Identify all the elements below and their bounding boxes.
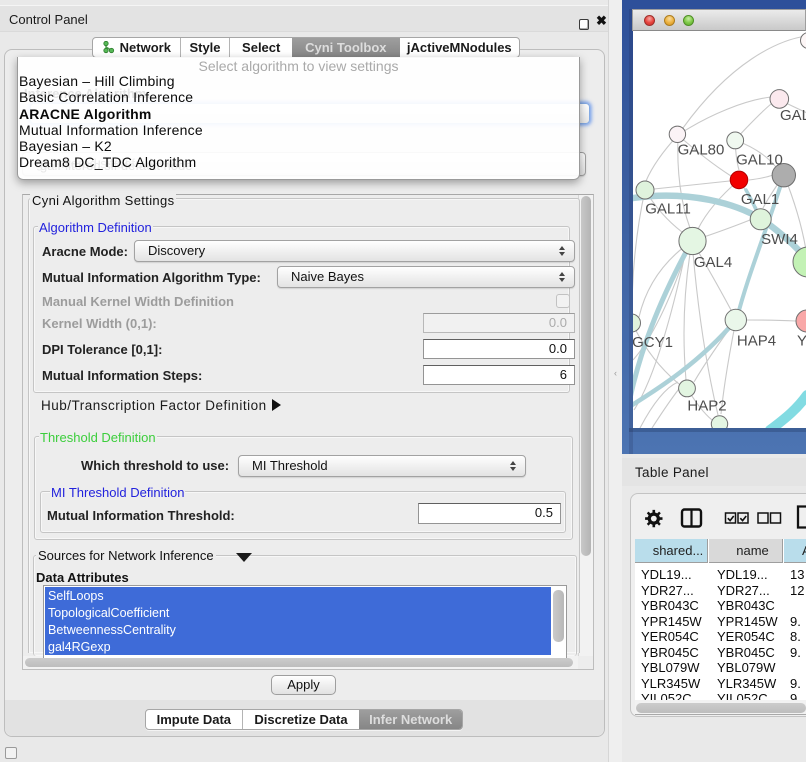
svg-text:GAL10: GAL10	[736, 152, 783, 169]
svg-text:SWI4: SWI4	[761, 231, 798, 248]
svg-text:HAP2: HAP2	[687, 398, 726, 415]
svg-text:GAL11: GAL11	[645, 201, 691, 218]
svg-text:GAL80: GAL80	[678, 142, 725, 159]
svg-text:GAL4: GAL4	[694, 254, 732, 271]
svg-text:GAL8: GAL8	[780, 107, 806, 124]
svg-text:GCY1: GCY1	[633, 334, 673, 351]
svg-text:Y: Y	[797, 333, 806, 350]
svg-text:HAP4: HAP4	[737, 333, 776, 350]
svg-text:GAL1: GAL1	[741, 191, 779, 208]
